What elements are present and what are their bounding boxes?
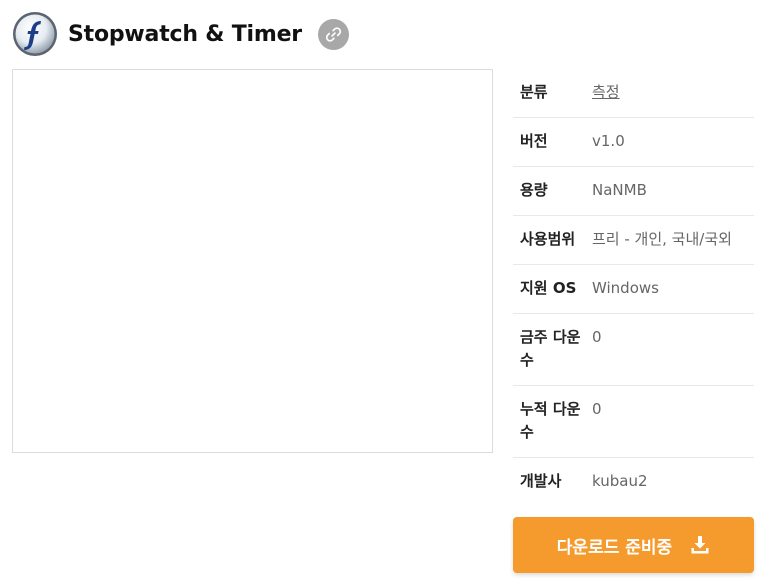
download-icon (690, 535, 710, 555)
download-button[interactable]: 다운로드 준비중 (513, 517, 754, 573)
info-label-size: 용량 (520, 181, 548, 199)
app-title: Stopwatch & Timer (68, 21, 302, 47)
info-value-os: Windows (592, 279, 659, 297)
info-label-os: 지원 OS (520, 279, 577, 297)
info-label-license: 사용범위 (520, 230, 576, 248)
info-row-weekly-downloads: 금주 다운수 0 (513, 314, 754, 386)
info-row-license: 사용범위 프리 - 개인, 국내/국외 (513, 216, 754, 265)
app-header: Stopwatch & Timer (12, 10, 349, 58)
info-row-category: 분류 측정 (513, 69, 754, 118)
info-label-weekly-downloads: 금주 다운수 (520, 328, 581, 369)
info-value-version: v1.0 (592, 132, 625, 150)
info-value-size: NaNMB (592, 181, 647, 199)
info-table: 분류 측정 버전 v1.0 용량 NaNMB 사용범위 프리 - 개인, 국내/… (513, 69, 754, 506)
info-label-total-downloads: 누적 다운수 (520, 400, 581, 441)
info-row-os: 지원 OS Windows (513, 265, 754, 314)
info-value-developer: kubau2 (592, 472, 648, 490)
info-value-weekly-downloads: 0 (592, 328, 602, 346)
info-label-version: 버전 (520, 132, 548, 150)
download-button-label: 다운로드 준비중 (556, 537, 673, 558)
info-value-license: 프리 - 개인, 국내/국외 (592, 230, 732, 248)
info-row-version: 버전 v1.0 (513, 118, 754, 167)
info-row-total-downloads: 누적 다운수 0 (513, 386, 754, 458)
info-row-size: 용량 NaNMB (513, 167, 754, 216)
info-label-developer: 개발사 (520, 472, 562, 490)
link-icon (325, 26, 342, 42)
screenshot-preview (12, 69, 493, 453)
flash-logo-icon (13, 12, 57, 56)
info-row-developer: 개발사 kubau2 (513, 458, 754, 506)
copy-link-button[interactable] (317, 18, 349, 50)
category-link[interactable]: 측정 (592, 81, 754, 104)
info-label-category: 분류 (520, 83, 548, 101)
info-value-total-downloads: 0 (592, 400, 602, 418)
